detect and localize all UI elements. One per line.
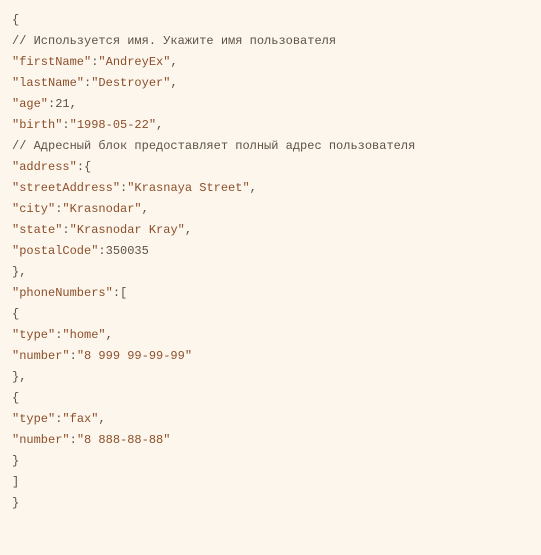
code-line: { <box>12 10 529 31</box>
json-key: "number" <box>12 433 70 447</box>
code-block: { // Используется имя. Укажите имя польз… <box>12 10 529 514</box>
json-value: "Krasnaya Street" <box>127 181 249 195</box>
json-value: "fax" <box>62 412 98 426</box>
json-value: 350035 <box>106 244 149 258</box>
json-value: "Destroyer" <box>91 76 170 90</box>
code-comment: // Используется имя. Укажите имя пользов… <box>12 31 529 52</box>
json-value: "1998-05-22" <box>70 118 156 132</box>
json-key: "phoneNumbers" <box>12 286 113 300</box>
comma: , <box>106 328 113 342</box>
code-comment: // Адресный блок предоставляет полный ад… <box>12 136 529 157</box>
code-line: "address":{ <box>12 157 529 178</box>
json-key: "type" <box>12 328 55 342</box>
code-line: "birth":"1998-05-22", <box>12 115 529 136</box>
code-line: "streetAddress":"Krasnaya Street", <box>12 178 529 199</box>
comma: , <box>142 202 149 216</box>
colon: : <box>98 244 105 258</box>
json-value: "AndreyEx" <box>98 55 170 69</box>
code-line: "city":"Krasnodar", <box>12 199 529 220</box>
code-line: ] <box>12 472 529 493</box>
json-key: "postalCode" <box>12 244 98 258</box>
code-line: "postalCode":350035 <box>12 241 529 262</box>
code-line: "number":"8 888-88-88" <box>12 430 529 451</box>
code-line: "phoneNumbers":[ <box>12 283 529 304</box>
colon: : <box>62 223 69 237</box>
comma: , <box>250 181 257 195</box>
code-line: "age":21, <box>12 94 529 115</box>
comma: , <box>170 76 177 90</box>
code-line: }, <box>12 262 529 283</box>
code-line: "type":"home", <box>12 325 529 346</box>
json-key: "number" <box>12 349 70 363</box>
code-line: "lastName":"Destroyer", <box>12 73 529 94</box>
json-key: "lastName" <box>12 76 84 90</box>
json-value: "8 888-88-88" <box>77 433 171 447</box>
colon: : <box>70 349 77 363</box>
json-value: 21 <box>55 97 69 111</box>
code-line: "type":"fax", <box>12 409 529 430</box>
brace: :{ <box>77 160 91 174</box>
code-line: "state":"Krasnodar Kray", <box>12 220 529 241</box>
code-line: "firstName":"AndreyEx", <box>12 52 529 73</box>
code-line: } <box>12 451 529 472</box>
code-line: } <box>12 493 529 514</box>
json-value: "home" <box>62 328 105 342</box>
json-key: "age" <box>12 97 48 111</box>
json-key: "streetAddress" <box>12 181 120 195</box>
comma: , <box>156 118 163 132</box>
code-line: }, <box>12 367 529 388</box>
comma: , <box>170 55 177 69</box>
code-line: { <box>12 304 529 325</box>
json-key: "city" <box>12 202 55 216</box>
json-value: "Krasnodar Kray" <box>70 223 185 237</box>
json-key: "state" <box>12 223 62 237</box>
code-line: { <box>12 388 529 409</box>
comma: , <box>185 223 192 237</box>
json-key: "firstName" <box>12 55 91 69</box>
json-value: "8 999 99-99-99" <box>77 349 192 363</box>
bracket: :[ <box>113 286 127 300</box>
json-value: "Krasnodar" <box>62 202 141 216</box>
colon: : <box>62 118 69 132</box>
json-key: "birth" <box>12 118 62 132</box>
colon: : <box>70 433 77 447</box>
json-key: "type" <box>12 412 55 426</box>
comma: , <box>70 97 77 111</box>
comma: , <box>98 412 105 426</box>
json-key: "address" <box>12 160 77 174</box>
code-line: "number":"8 999 99-99-99" <box>12 346 529 367</box>
